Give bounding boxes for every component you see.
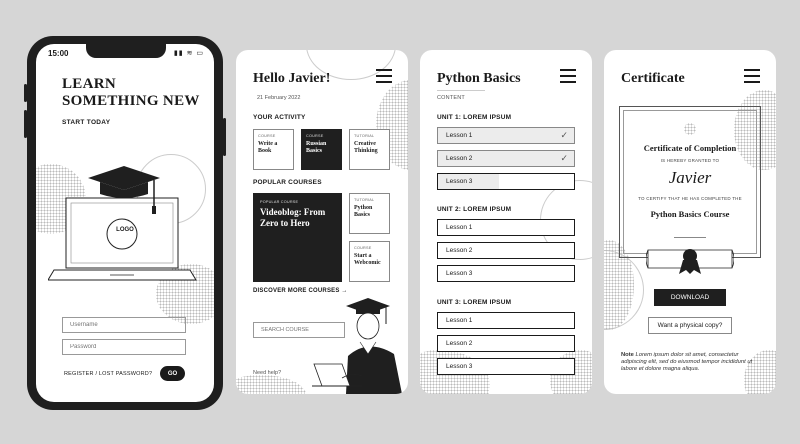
unit-3-lesson-1[interactable]: Lesson 1 xyxy=(437,312,575,329)
unit-3-heading: UNIT 3: LOREM IPSUM xyxy=(437,299,512,306)
greeting-title: Hello Javier! xyxy=(253,71,331,86)
lesson-label: Lesson 2 xyxy=(446,247,473,254)
menu-icon[interactable] xyxy=(744,69,760,83)
unit-3-lesson-3[interactable]: Lesson 3 xyxy=(437,358,575,375)
login-title: LEARN SOMETHING NEW xyxy=(62,76,200,110)
certificate-title: Certificate xyxy=(621,71,685,86)
unit-2-heading: UNIT 2: LOREM IPSUM xyxy=(437,206,512,213)
card-name: Russian Basics xyxy=(306,141,327,154)
physical-copy-button[interactable]: Want a physical copy? xyxy=(648,317,732,334)
card-tag: COURSE xyxy=(354,246,372,250)
lesson-label: Lesson 2 xyxy=(446,155,473,162)
unit-1-heading: UNIT 1: LOREM IPSUM xyxy=(437,114,512,121)
phone-device: 15:00 ▮▮ ≋ ▭ LEARN SOMETHING NEW START T… xyxy=(24,36,226,410)
card-tag: POPULAR COURSE xyxy=(260,200,299,204)
laptop-illustration xyxy=(48,166,197,281)
lesson-label: Lesson 1 xyxy=(446,132,473,139)
need-help-link[interactable]: Need help? xyxy=(253,370,281,376)
date-label: 21 February 2022 xyxy=(257,95,301,101)
register-lost-password-link[interactable]: REGISTER / LOST PASSWORD? xyxy=(64,371,152,377)
phone-side-button xyxy=(24,110,27,138)
checkmark-icon: ✓ xyxy=(560,130,568,140)
checkmark-icon: ✓ xyxy=(560,153,568,163)
graduate-illustration xyxy=(312,298,402,394)
certificate-screen: Certificate Certificate of Completion IS… xyxy=(604,50,776,394)
card-name: Creative Thinking xyxy=(354,141,378,154)
note-text: Note Lorem ipsum dolor sit amet, consect… xyxy=(621,352,761,373)
lesson-label: Lesson 3 xyxy=(446,270,473,277)
ribbon-seal-icon xyxy=(646,249,734,274)
activity-card-creative-thinking[interactable]: TUTORIAL Creative Thinking xyxy=(349,129,390,170)
lesson-label: Lesson 1 xyxy=(446,224,473,231)
content-label: CONTENT xyxy=(437,95,465,101)
login-screen: 15:00 ▮▮ ≋ ▭ LEARN SOMETHING NEW START T… xyxy=(36,44,214,402)
course-screen: Python Basics CONTENT UNIT 1: LOREM IPSU… xyxy=(420,50,592,394)
login-title-line2: SOMETHING NEW xyxy=(62,93,200,109)
unit-2-lesson-1[interactable]: Lesson 1 xyxy=(437,219,575,236)
lesson-label: Lesson 1 xyxy=(446,317,473,324)
unit-1-lesson-1[interactable]: Lesson 1 ✓ xyxy=(437,127,575,144)
lesson-label: Lesson 3 xyxy=(446,178,473,185)
card-tag: COURSE xyxy=(306,134,324,138)
go-button[interactable]: GO xyxy=(160,366,185,381)
popular-card-python-basics[interactable]: TUTORIAL Python Basics xyxy=(349,193,390,234)
certificate-seal-dots xyxy=(684,123,696,135)
unit-2-lesson-3[interactable]: Lesson 3 xyxy=(437,265,575,282)
certificate-heading: Certificate of Completion xyxy=(643,143,737,153)
username-input[interactable] xyxy=(62,317,186,333)
note-label: Note xyxy=(621,352,634,358)
home-screen: Hello Javier! 21 February 2022 YOUR ACTI… xyxy=(236,50,408,394)
lesson-label: Lesson 2 xyxy=(446,340,473,347)
menu-icon[interactable] xyxy=(376,69,392,83)
note-body: Lorem ipsum dolor sit amet, consectetur … xyxy=(621,352,753,372)
card-name: Start a Webcomic xyxy=(354,253,381,266)
card-tag: TUTORIAL xyxy=(354,198,375,202)
download-button[interactable]: DOWNLOAD xyxy=(654,289,726,306)
status-time: 15:00 xyxy=(48,49,69,58)
lesson-label: Lesson 3 xyxy=(446,363,473,370)
phone-side-button xyxy=(24,84,27,102)
login-subtitle: START TODAY xyxy=(62,119,111,126)
decor-dots xyxy=(236,375,306,394)
certificate-recipient: Javier xyxy=(668,168,712,187)
card-name: Write a Book xyxy=(258,141,278,154)
unit-2-lesson-2[interactable]: Lesson 2 xyxy=(437,242,575,259)
certificate-granted: IS HEREBY GRANTED TO xyxy=(660,158,720,163)
unit-1-lesson-3[interactable]: Lesson 3 xyxy=(437,173,575,190)
unit-1-lesson-2[interactable]: Lesson 2 ✓ xyxy=(437,150,575,167)
login-title-line1: LEARN xyxy=(62,76,117,92)
signature-line xyxy=(674,237,706,238)
phone-side-button xyxy=(223,118,226,156)
unit-3-lesson-2[interactable]: Lesson 2 xyxy=(437,335,575,352)
password-input[interactable] xyxy=(62,339,186,355)
activity-card-write-a-book[interactable]: COURSE Write a Book xyxy=(253,129,294,170)
course-title: Python Basics xyxy=(437,71,521,86)
card-tag: COURSE xyxy=(258,134,276,138)
activity-heading: YOUR ACTIVITY xyxy=(253,114,306,121)
card-name: Python Basics xyxy=(354,205,373,218)
logo-text: LOGO xyxy=(116,227,134,233)
popular-card-start-a-webcomic[interactable]: COURSE Start a Webcomic xyxy=(349,241,390,282)
popular-heading: POPULAR COURSES xyxy=(253,179,322,186)
card-name: Videoblog: From Zero to Hero xyxy=(260,207,326,228)
popular-course-videoblog[interactable]: POPULAR COURSE Videoblog: From Zero to H… xyxy=(253,193,342,282)
activity-card-russian-basics[interactable]: COURSE Russian Basics xyxy=(301,129,342,170)
card-tag: TUTORIAL xyxy=(354,134,375,138)
divider xyxy=(437,90,485,91)
certificate-course: Python Basics Course xyxy=(650,209,730,219)
status-icons: ▮▮ ≋ ▭ xyxy=(173,50,204,57)
phone-notch xyxy=(86,44,166,58)
menu-icon[interactable] xyxy=(560,69,576,83)
certificate-certify: TO CERTIFY THAT HE HAS COMPLETED THE xyxy=(638,196,742,201)
